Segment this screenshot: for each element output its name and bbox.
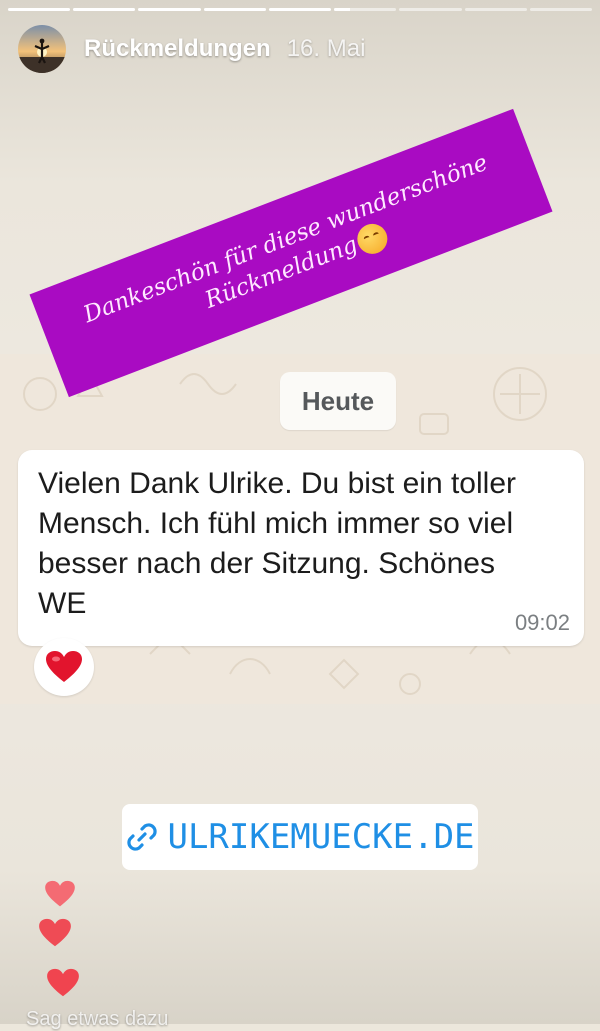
story-header: Rückmeldungen 16. Mai xyxy=(18,24,582,74)
date-chip: Heute xyxy=(280,372,396,430)
floating-heart-icon xyxy=(47,968,79,997)
progress-segment xyxy=(268,8,332,11)
progress-segment xyxy=(138,8,201,11)
link-sticker[interactable]: ULRIKEMUECKE.DE xyxy=(122,804,478,870)
link-label: ULRIKEMUECKE.DE xyxy=(167,817,475,857)
progress-segment xyxy=(464,8,527,11)
progress-segment xyxy=(203,8,266,11)
reply-input[interactable]: Sag etwas dazu xyxy=(26,1008,168,1031)
message-text: Vielen Dank Ulrike. Du bist ein toller M… xyxy=(38,467,516,620)
story-date: 16. Mai xyxy=(286,35,366,62)
avatar[interactable] xyxy=(18,25,66,73)
message-bubble: Vielen Dank Ulrike. Du bist ein toller M… xyxy=(18,450,584,646)
account-name[interactable]: Rückmeldungen xyxy=(84,35,271,63)
progress-segment-active xyxy=(334,8,397,11)
floating-heart-icon xyxy=(45,880,75,907)
message-time: 09:02 xyxy=(514,610,570,635)
story-progress-bar xyxy=(8,8,592,11)
progress-segment xyxy=(8,8,71,11)
reaction-heart-icon xyxy=(34,638,94,696)
progress-segment xyxy=(399,8,462,11)
link-icon xyxy=(127,823,158,851)
floating-heart-icon xyxy=(39,918,71,947)
progress-segment xyxy=(73,8,136,11)
progress-segment xyxy=(529,8,592,11)
